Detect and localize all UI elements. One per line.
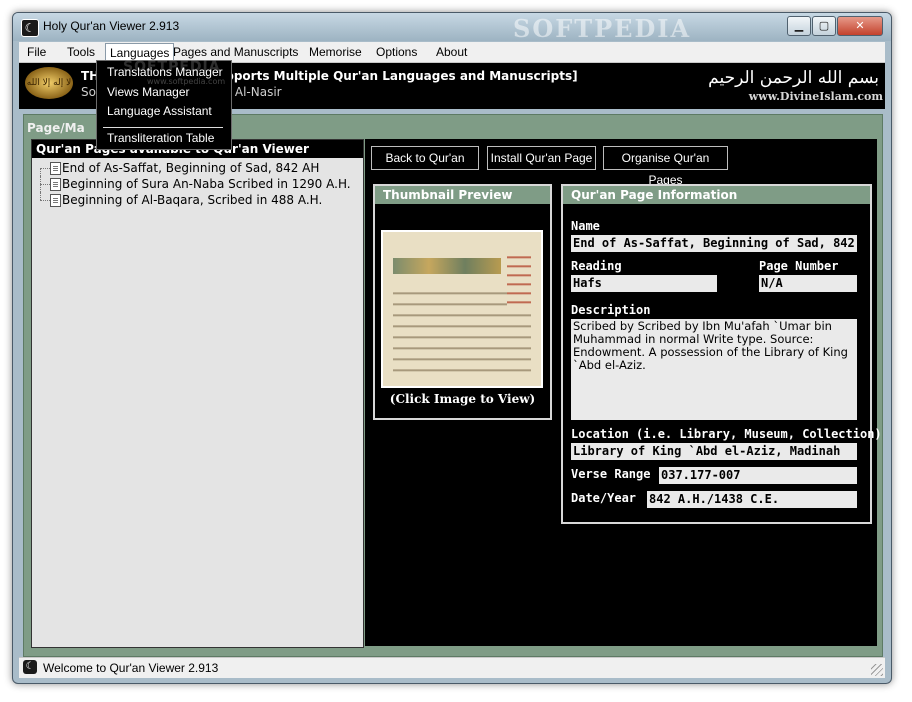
page-info-panel: Qur'an Page Information Name End of As-S… xyxy=(561,184,882,524)
calligraphy-logo: لا إله إلا الله xyxy=(25,67,73,99)
date-year-field[interactable]: 842 A.H./1438 C.E. xyxy=(647,491,857,508)
maximize-button[interactable]: ▢ xyxy=(812,16,836,36)
menu-memorise[interactable]: Memorise xyxy=(305,43,366,61)
banner-subline-prefix: So xyxy=(81,85,96,99)
document-icon xyxy=(50,194,61,207)
softpedia-watermark: SOFTPEDIA xyxy=(513,14,692,43)
menu-file[interactable]: File xyxy=(23,43,50,61)
menu-item-transliteration-table[interactable]: Transliteration Table xyxy=(107,131,214,145)
install-quran-page-button[interactable]: Install Qur'an Page xyxy=(487,146,596,170)
back-to-quran-button[interactable]: Back to Qur'an xyxy=(371,146,479,170)
resize-grip[interactable] xyxy=(871,664,883,676)
dropdown-watermark: SOFTPEDIA xyxy=(123,59,221,75)
description-label: Description xyxy=(571,303,651,317)
app-icon[interactable]: ☾ xyxy=(21,19,39,37)
menu-separator xyxy=(103,127,223,128)
name-label: Name xyxy=(571,219,600,233)
window-title: Holy Qur'an Viewer 2.913 xyxy=(43,19,180,33)
location-label: Location (i.e. Library, Museum, Collecti… xyxy=(571,427,882,441)
reading-field[interactable]: Hafs xyxy=(571,275,717,292)
thumbnail-caption[interactable]: (Click Image to View) xyxy=(375,392,550,406)
dropdown-watermark-url: www.softpedia.com xyxy=(147,77,226,86)
status-text: Welcome to Qur'an Viewer 2.913 xyxy=(43,661,219,675)
banner-headline-suffix: pports Multiple Qur'an Languages and Man… xyxy=(225,69,578,83)
organise-quran-pages-button[interactable]: Organise Qur'an Pages xyxy=(603,146,728,187)
verse-range-field[interactable]: 037.177-007 xyxy=(659,467,857,484)
bismillah-calligraphy: بسم الله الرحمن الرحيم xyxy=(708,68,879,88)
close-button[interactable]: ✕ xyxy=(837,16,883,36)
tree-item-label: Beginning of Al-Baqara, Scribed in 488 A… xyxy=(62,193,323,207)
page-number-field[interactable]: N/A xyxy=(759,275,857,292)
page-number-label: Page Number xyxy=(759,259,839,273)
tree-item[interactable]: Beginning of Sura An-Naba Scribed in 129… xyxy=(40,176,351,192)
frame-title: Page/Ma xyxy=(27,121,85,135)
tree-item-label: End of As-Saffat, Beginning of Sad, 842 … xyxy=(62,161,320,175)
pages-list-panel: Qur'an Pages available to Qur'an Viewer … xyxy=(31,139,364,648)
menu-item-views-manager[interactable]: Views Manager xyxy=(107,85,190,99)
page-info-header: Qur'an Page Information xyxy=(563,186,870,204)
status-bar: ☾ Welcome to Qur'an Viewer 2.913 xyxy=(19,657,885,678)
pages-tree: End of As-Saffat, Beginning of Sad, 842 … xyxy=(40,160,351,208)
menu-options[interactable]: Options xyxy=(372,43,421,61)
date-year-label: Date/Year xyxy=(571,491,637,505)
tree-item-label: Beginning of Sura An-Naba Scribed in 129… xyxy=(62,177,351,191)
document-icon xyxy=(50,162,61,175)
thumbnail-header: Thumbnail Preview xyxy=(375,186,550,204)
title-bar[interactable]: ☾ Holy Qur'an Viewer 2.913 SOFTPEDIA ▁ ▢… xyxy=(13,13,891,43)
location-field[interactable]: Library of King `Abd el-Aziz, Madinah xyxy=(571,443,857,460)
languages-dropdown-menu: Translations Manager Views Manager Langu… xyxy=(96,59,232,150)
manuscript-thumbnail[interactable] xyxy=(381,230,543,388)
app-status-icon: ☾ xyxy=(23,660,37,674)
menu-tools[interactable]: Tools xyxy=(63,43,99,61)
reading-label: Reading xyxy=(571,259,622,273)
menu-item-language-assistant[interactable]: Language Assistant xyxy=(107,104,212,118)
menu-about[interactable]: About xyxy=(432,43,471,61)
description-field[interactable]: Scribed by Scribed by Ibn Mu'afah `Umar … xyxy=(571,319,857,420)
website-url: www.DivineIslam.com xyxy=(748,90,883,103)
tree-item[interactable]: Beginning of Al-Baqara, Scribed in 488 A… xyxy=(40,192,351,208)
name-field[interactable]: End of As-Saffat, Beginning of Sad, 842 … xyxy=(571,235,857,252)
thumbnail-panel: Thumbnail Preview (Click Image to View) xyxy=(373,184,552,420)
minimize-button[interactable]: ▁ xyxy=(787,16,811,36)
document-icon xyxy=(50,178,61,191)
verse-range-label: Verse Range xyxy=(571,467,651,481)
tree-item[interactable]: End of As-Saffat, Beginning of Sad, 842 … xyxy=(40,160,351,176)
